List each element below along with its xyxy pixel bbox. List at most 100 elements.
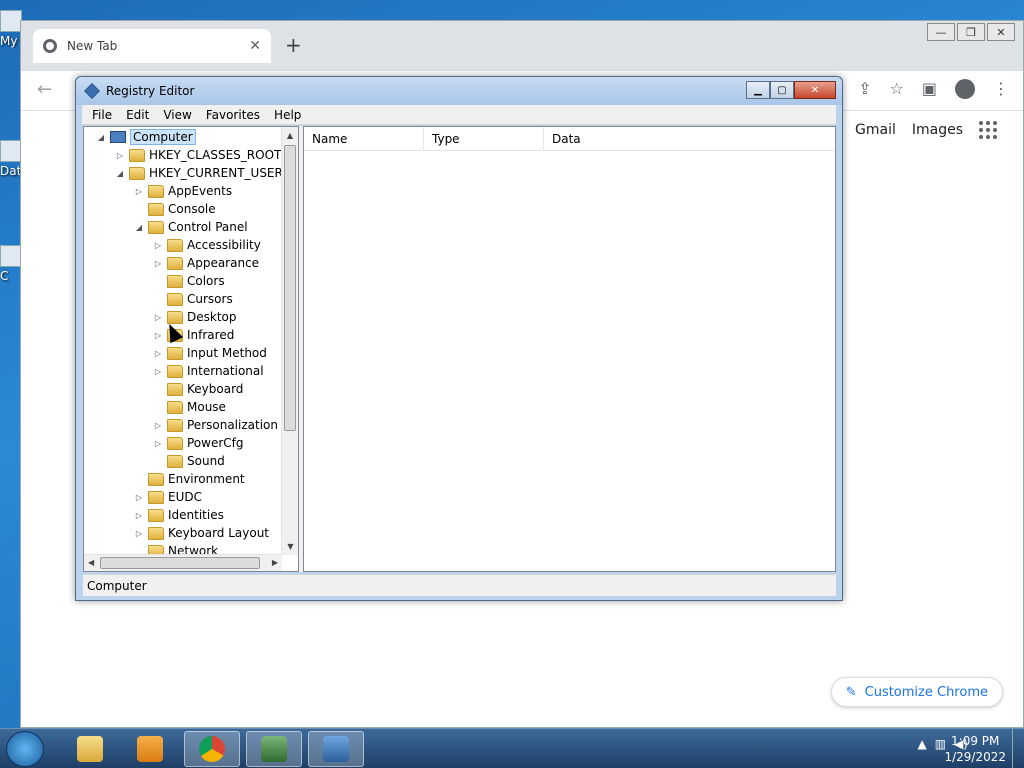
column-data[interactable]: Data	[544, 127, 835, 151]
gmail-link[interactable]: Gmail	[855, 122, 896, 138]
tree-node-label: PowerCfg	[187, 436, 244, 450]
restore-button[interactable]: ❐	[957, 23, 985, 41]
expand-arrow-icon[interactable]: ▷	[153, 241, 163, 250]
profile-avatar-icon[interactable]	[955, 79, 975, 99]
taskbar-regedit[interactable]	[308, 731, 364, 767]
tree-node[interactable]: Console	[134, 200, 216, 218]
new-tab-button[interactable]: +	[285, 33, 302, 57]
google-links: Gmail Images	[855, 121, 997, 139]
column-name[interactable]: Name	[304, 127, 424, 151]
tree-node[interactable]: Cursors	[153, 290, 233, 308]
taskbar-task-manager[interactable]	[246, 731, 302, 767]
menu-favorites[interactable]: Favorites	[206, 108, 260, 122]
tree-node-label: Identities	[168, 508, 224, 522]
scroll-right-arrow-icon[interactable]: ▶	[272, 558, 278, 567]
tree-node[interactable]: ◢ Control Panel	[134, 218, 248, 236]
tree-node[interactable]: ▷ EUDC	[134, 488, 202, 506]
tree-node[interactable]: ◢ HKEY_CURRENT_USER	[115, 164, 282, 182]
tree-node-label: HKEY_CURRENT_USER	[149, 166, 282, 180]
tree-node[interactable]: ▷ Input Method	[153, 344, 267, 362]
scroll-thumb[interactable]	[100, 557, 260, 569]
maximize-button[interactable]: ▢	[770, 81, 794, 99]
close-button[interactable]: ✕	[794, 81, 836, 99]
tree-horizontal-scrollbar[interactable]: ◀ ▶	[84, 554, 282, 571]
tree-node[interactable]: ▷ HKEY_CLASSES_ROOT	[115, 146, 281, 164]
tree-node-label: EUDC	[168, 490, 202, 504]
collapse-arrow-icon[interactable]: ◢	[115, 169, 125, 178]
expand-arrow-icon[interactable]: ▷	[134, 187, 144, 196]
tree-node[interactable]: ▷ Personalization	[153, 416, 278, 434]
expand-arrow-icon[interactable]: ▷	[134, 511, 144, 520]
expand-arrow-icon[interactable]: ▷	[153, 331, 163, 340]
folder-icon	[148, 508, 164, 522]
registry-editor-titlebar[interactable]: Registry Editor ▁ ▢ ✕	[76, 77, 842, 105]
scroll-down-arrow-icon[interactable]: ▼	[282, 538, 298, 555]
menu-kebab-icon[interactable]: ⋮	[993, 79, 1009, 99]
menu-help[interactable]: Help	[274, 108, 301, 122]
close-button[interactable]: ✕	[987, 23, 1015, 41]
expand-arrow-icon[interactable]: ▷	[153, 439, 163, 448]
bookmark-star-icon[interactable]: ☆	[890, 79, 904, 99]
expand-arrow-icon[interactable]: ▷	[153, 259, 163, 268]
customize-chrome-button[interactable]: ✎ Customize Chrome	[830, 677, 1003, 707]
registry-tree-pane[interactable]: ◢ Computer ▷ HKEY_CLASSES_ROOT ◢ HKEY_CURRENT…	[83, 126, 299, 572]
images-link[interactable]: Images	[912, 122, 963, 138]
scroll-up-arrow-icon[interactable]: ▲	[282, 127, 298, 144]
tree-node[interactable]: Sound	[153, 452, 225, 470]
tree-node-label: Infrared	[187, 328, 235, 342]
menu-file[interactable]: File	[92, 108, 112, 122]
scroll-thumb[interactable]	[284, 145, 296, 431]
expand-arrow-icon[interactable]: ▷	[134, 493, 144, 502]
tree-node[interactable]: ▷ Identities	[134, 506, 224, 524]
tree-node[interactable]: ▷ International	[153, 362, 264, 380]
tree-node[interactable]: ▷ Desktop	[153, 308, 237, 326]
taskbar-chrome[interactable]	[184, 731, 240, 767]
minimize-button[interactable]: ▁	[746, 81, 770, 99]
menu-view[interactable]: View	[163, 108, 191, 122]
tree-vertical-scrollbar[interactable]: ▲ ▼	[281, 127, 298, 555]
regedit-icon	[323, 736, 349, 762]
expand-arrow-icon[interactable]: ▷	[153, 349, 163, 358]
tree-node[interactable]: ▷ PowerCfg	[153, 434, 244, 452]
minimize-button[interactable]: —	[927, 23, 955, 41]
desktop-icon-my-computer[interactable]: My	[0, 10, 22, 48]
tree-node[interactable]: Keyboard	[153, 380, 243, 398]
tree-node[interactable]: ▷ Appearance	[153, 254, 259, 272]
tree-node[interactable]: Mouse	[153, 398, 226, 416]
back-arrow-icon[interactable]: ←	[37, 79, 52, 100]
show-desktop-button[interactable]	[1012, 729, 1024, 768]
collapse-arrow-icon[interactable]: ◢	[96, 133, 106, 142]
clock[interactable]: 1:09 PM 1/29/2022	[944, 733, 1006, 765]
expand-arrow-icon[interactable]: ▷	[115, 151, 125, 160]
share-icon[interactable]: ⇪	[858, 79, 871, 99]
start-button[interactable]	[6, 731, 44, 767]
tree-node[interactable]: ▷ Keyboard Layout	[134, 524, 269, 542]
folder-icon	[129, 166, 145, 180]
registry-values-pane[interactable]: Name Type Data	[303, 126, 836, 572]
taskbar-media-player[interactable]	[122, 731, 178, 767]
desktop-icon-data[interactable]: Dat	[0, 140, 22, 178]
show-hidden-icons-icon[interactable]: ▲	[918, 737, 927, 751]
tree-node[interactable]: ◢ Computer	[96, 128, 196, 146]
tree-node[interactable]: ▷ AppEvents	[134, 182, 232, 200]
menu-edit[interactable]: Edit	[126, 108, 149, 122]
tab-close-button[interactable]: ✕	[249, 38, 261, 54]
tree-node[interactable]: Colors	[153, 272, 225, 290]
expand-arrow-icon[interactable]: ▷	[153, 313, 163, 322]
tree-node[interactable]: Environment	[134, 470, 245, 488]
expand-arrow-icon[interactable]: ▷	[134, 529, 144, 538]
expand-arrow-icon[interactable]: ▷	[153, 421, 163, 430]
tree-node[interactable]: ▷ Accessibility	[153, 236, 261, 254]
chrome-window-controls: — ❐ ✕	[927, 23, 1015, 41]
column-type[interactable]: Type	[424, 127, 544, 151]
regedit-window-controls: ▁ ▢ ✕	[746, 81, 836, 99]
side-panel-icon[interactable]: ▣	[922, 79, 937, 99]
google-apps-icon[interactable]	[979, 121, 997, 139]
tab-new-tab[interactable]: New Tab ✕	[33, 29, 271, 63]
taskbar-explorer[interactable]	[62, 731, 118, 767]
expand-arrow-icon[interactable]: ▷	[153, 367, 163, 376]
desktop-icon-c[interactable]: C	[0, 245, 22, 283]
scroll-left-arrow-icon[interactable]: ◀	[88, 558, 94, 567]
collapse-arrow-icon[interactable]: ◢	[134, 223, 144, 232]
folder-icon	[167, 292, 183, 306]
